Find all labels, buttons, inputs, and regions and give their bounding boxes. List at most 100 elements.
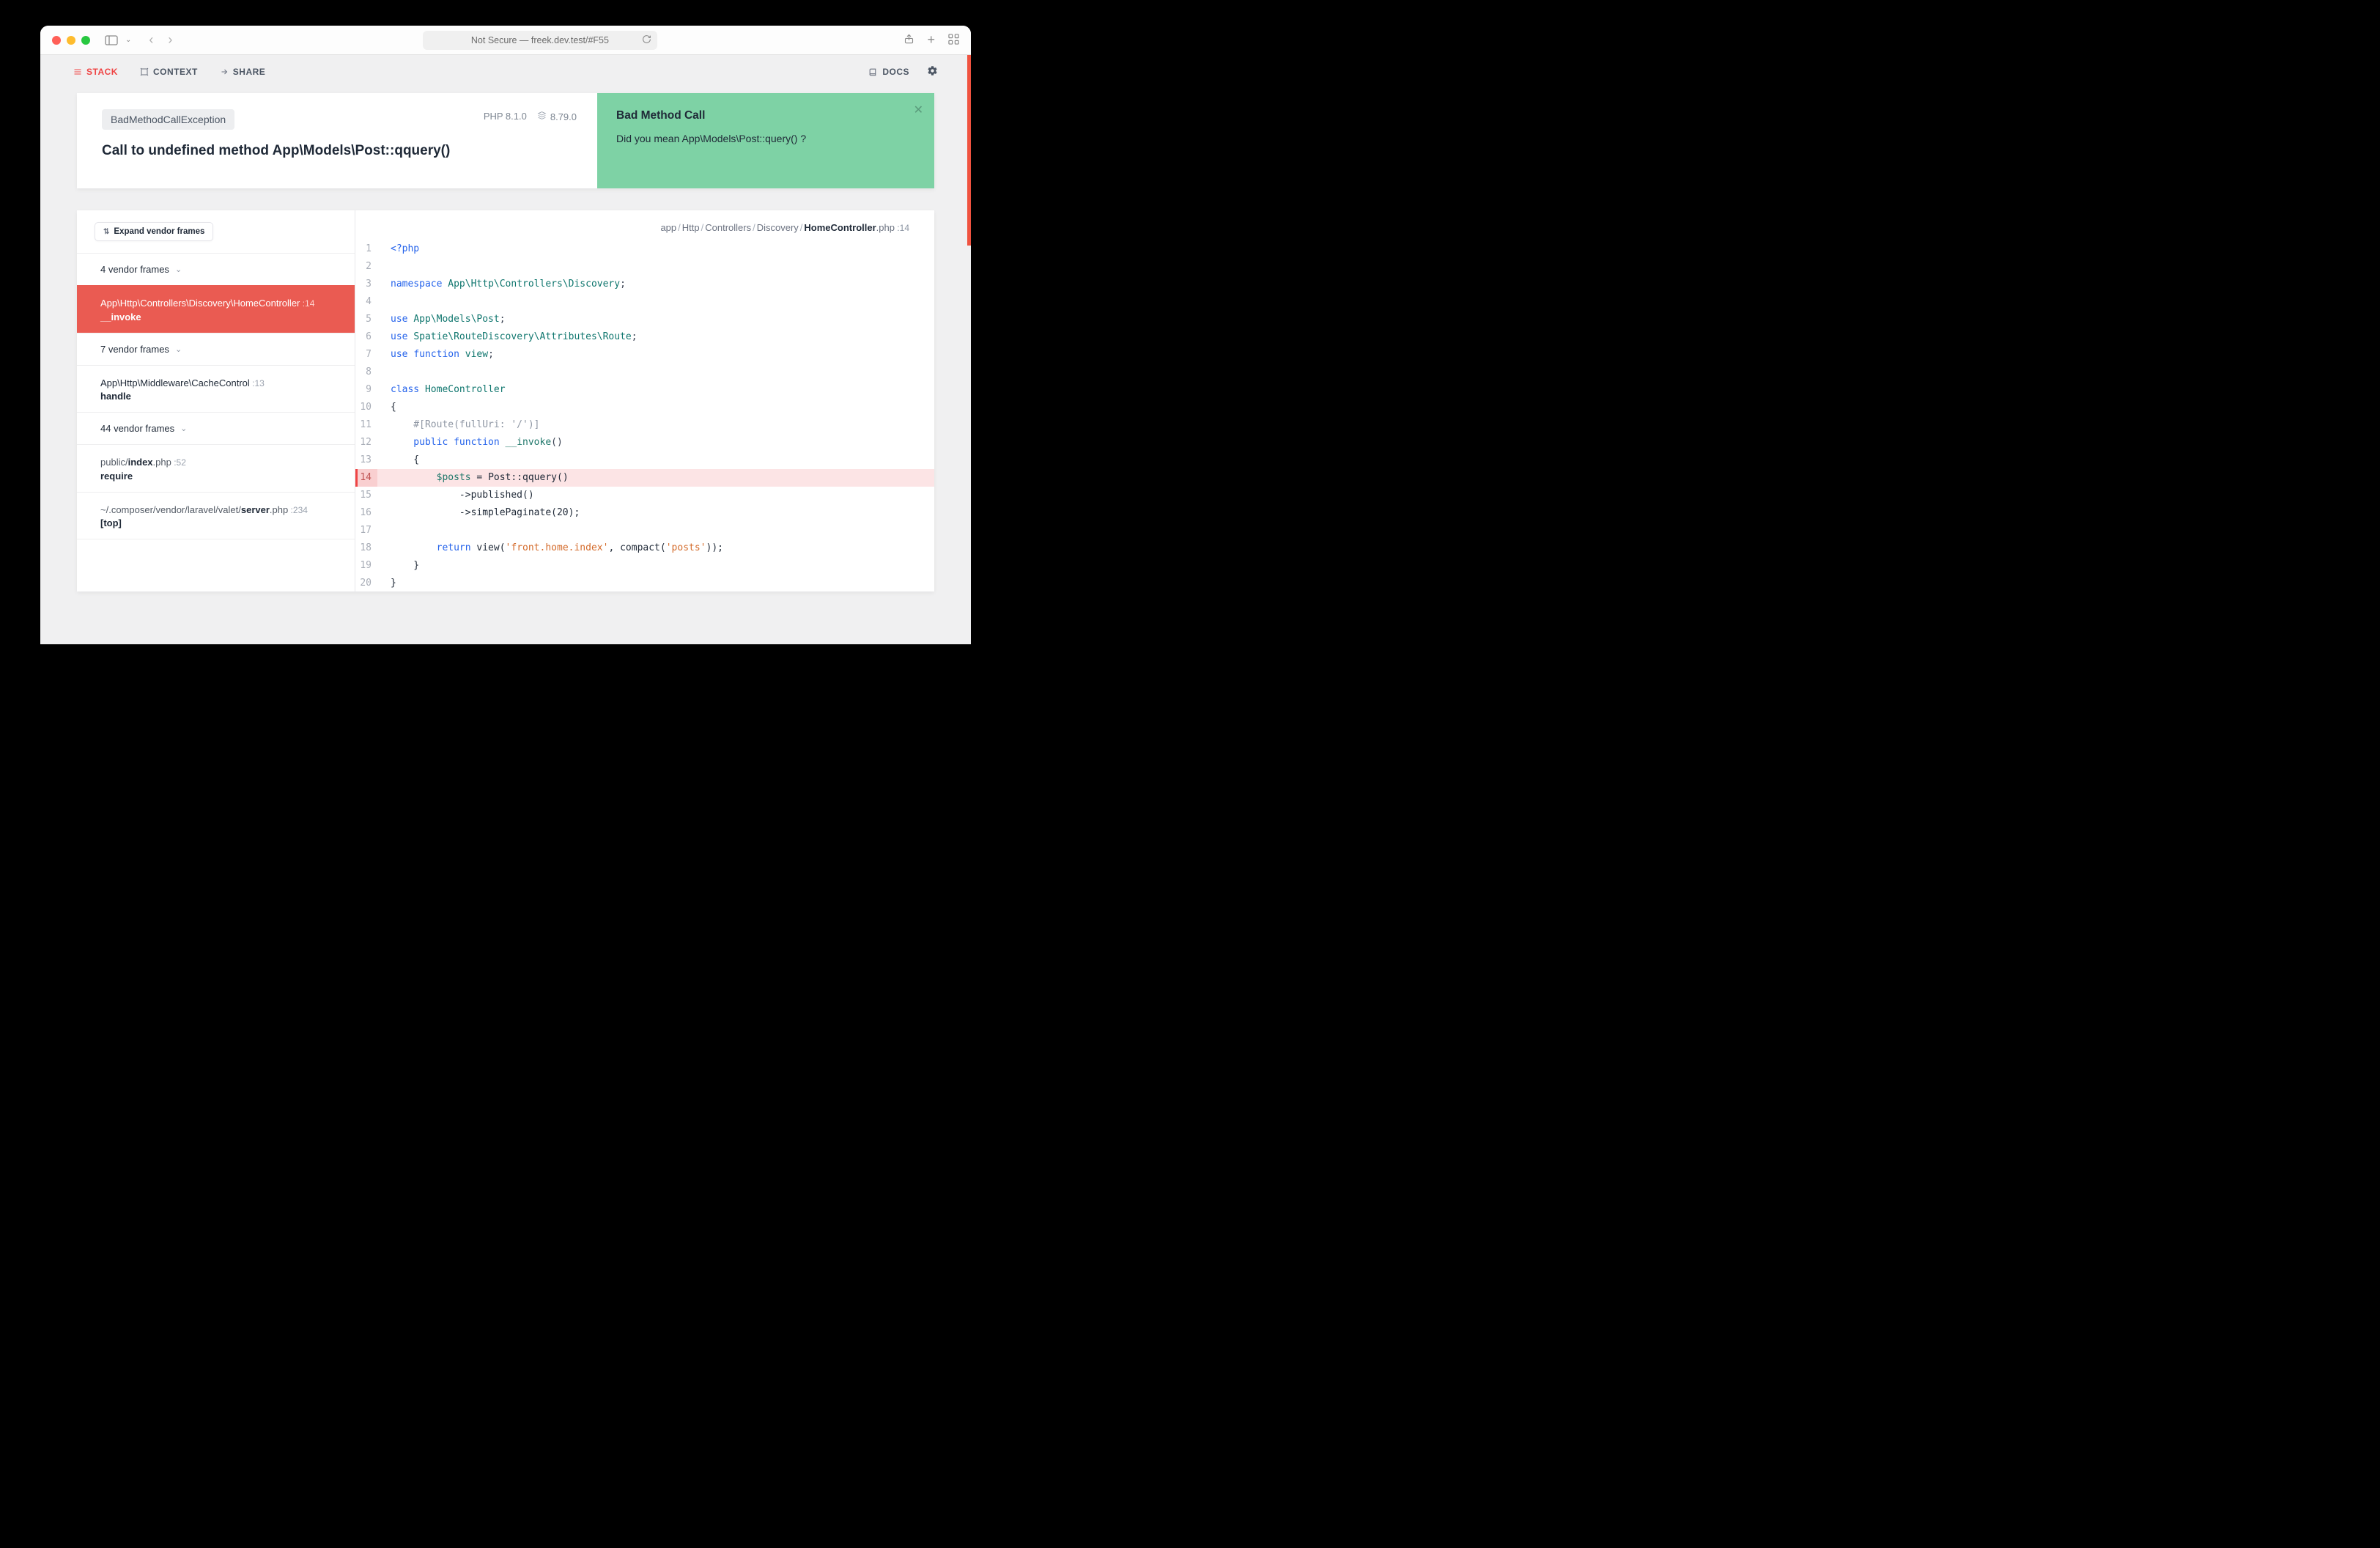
code-token: } [377, 575, 934, 591]
code-token: { [377, 452, 934, 469]
chevron-down-icon[interactable]: ⌄ [125, 36, 131, 44]
expand-vendor-frames-button[interactable]: ⇅ Expand vendor frames [95, 222, 213, 241]
code-token: , compact( [608, 542, 665, 553]
reload-icon[interactable] [642, 34, 651, 46]
code-token: = Post::qquery() [471, 472, 569, 483]
code-token: function [454, 437, 505, 448]
code-column: app/Http/Controllers/Discovery/HomeContr… [355, 210, 934, 591]
active-frame[interactable]: App\Http\Controllers\Discovery\HomeContr… [77, 285, 355, 333]
vendor-frames-label: 44 vendor frames [100, 423, 174, 434]
frame-path-prefix: ~/.composer/vendor/laravel/valet/ [100, 504, 241, 515]
nav-share-label: SHARE [233, 67, 266, 77]
code-token: <?php [391, 243, 419, 254]
code-token: 'front.home.index' [506, 542, 609, 553]
nav-context[interactable]: CONTEXT [140, 67, 198, 77]
code-token: __invoke [506, 437, 552, 448]
tab-overview-icon[interactable] [948, 34, 959, 47]
exception-message: Call to undefined method App\Models\Post… [102, 143, 463, 159]
address-bar[interactable]: Not Secure — freek.dev.test/#F55 [423, 31, 657, 50]
nav-forward-button[interactable]: › [163, 32, 177, 48]
frame-method: [top] [100, 517, 331, 528]
vendor-frames-group[interactable]: 44 vendor frames ⌄ [77, 412, 355, 444]
share-icon[interactable] [903, 33, 914, 47]
path-line: 14 [900, 223, 909, 233]
sidebar-toggle-icon[interactable] [105, 35, 118, 45]
docs-icon [868, 67, 878, 77]
chevron-down-icon: ⌄ [175, 265, 182, 274]
close-icon[interactable]: ✕ [914, 103, 923, 117]
frame-line: 13 [254, 378, 264, 388]
code-token: use [391, 349, 413, 360]
share-arrow-icon [220, 67, 229, 76]
stack-frame[interactable]: public/index.php :52 require [77, 444, 355, 492]
code-token: ->simplePaginate( [391, 507, 557, 518]
solution-body: Did you mean App\Models\Post::query() ? [616, 133, 915, 144]
nav-stack[interactable]: STACK [73, 67, 118, 77]
code-token: } [377, 557, 934, 575]
traffic-lights [52, 36, 90, 45]
new-tab-icon[interactable]: + [928, 32, 936, 48]
code-token: public [391, 437, 454, 448]
chevron-down-icon: ⌄ [175, 344, 182, 354]
code-token: $posts [437, 472, 471, 483]
laravel-icon [537, 111, 547, 122]
nav-docs[interactable]: DOCS [868, 67, 909, 77]
code-token: view( [476, 542, 505, 553]
scroll-indicator [967, 55, 971, 246]
path-ext: .php [876, 222, 895, 233]
code-token [391, 472, 437, 483]
frame-method: require [100, 471, 331, 482]
page-content: STACK CONTEXT SHARE [40, 55, 971, 644]
code-token: use [391, 331, 413, 342]
context-icon [140, 67, 149, 76]
code-token: { [377, 399, 934, 416]
code-token: )); [706, 542, 723, 553]
vendor-frames-label: 7 vendor frames [100, 344, 169, 355]
frame-line: 52 [177, 457, 186, 468]
code-token: namespace [391, 279, 448, 290]
laravel-version: 8.79.0 [550, 111, 577, 122]
path-segment: Controllers [705, 222, 751, 233]
window-zoom-button[interactable] [81, 36, 90, 45]
vendor-frames-group[interactable]: 4 vendor frames ⌄ [77, 253, 355, 285]
frame-path-file: server [241, 504, 270, 515]
highlighted-line: 14 $posts = Post::qquery() [355, 469, 934, 487]
settings-icon[interactable] [927, 65, 938, 78]
code-token: Spatie\RouteDiscovery\Attributes\Route [413, 331, 631, 342]
window-close-button[interactable] [52, 36, 61, 45]
vendor-frames-group[interactable]: 7 vendor frames ⌄ [77, 333, 355, 365]
window-minimize-button[interactable] [67, 36, 75, 45]
version-info: PHP 8.1.0 8.79.0 [484, 93, 597, 188]
code-token: use [391, 314, 413, 325]
path-file: HomeController [804, 222, 876, 233]
nav-back-button[interactable]: ‹ [144, 32, 158, 48]
code-token: view [465, 349, 488, 360]
stack-panel: ⇅ Expand vendor frames 4 vendor frames ⌄… [77, 210, 934, 591]
stack-icon [73, 67, 82, 76]
stack-frame[interactable]: App\Http\Middleware\CacheControl :13 han… [77, 365, 355, 413]
frame-path-suffix: .php [153, 457, 171, 468]
frame-method: __invoke [100, 312, 331, 322]
browser-toolbar: ⌄ ‹ › Not Secure — freek.dev.test/#F55 + [40, 26, 971, 55]
stack-frame[interactable]: ~/.composer/vendor/laravel/valet/server.… [77, 492, 355, 540]
frame-path-prefix: public/ [100, 457, 128, 468]
nav-share[interactable]: SHARE [220, 67, 266, 77]
frames-list: ⇅ Expand vendor frames 4 vendor frames ⌄… [77, 210, 355, 591]
solution-title: Bad Method Call [616, 109, 915, 122]
code-token: HomeController [425, 384, 506, 395]
frame-path-file: index [128, 457, 153, 468]
php-version: PHP 8.1.0 [484, 111, 527, 122]
code-viewer: 1<?php 2 3namespace App\Http\Controllers… [355, 240, 934, 591]
expand-vendor-label: Expand vendor frames [114, 227, 204, 236]
file-path-breadcrumb: app/Http/Controllers/Discovery/HomeContr… [355, 210, 934, 240]
nav-context-label: CONTEXT [153, 67, 198, 77]
frame-path: App\Http\Middleware\CacheControl [100, 377, 250, 388]
code-token: ); [569, 507, 580, 518]
vendor-frames-label: 4 vendor frames [100, 264, 169, 275]
frame-method: handle [100, 391, 331, 402]
path-segment: Discovery [757, 222, 799, 233]
code-token: ->published() [377, 487, 934, 504]
address-text: Not Secure — freek.dev.test/#F55 [471, 35, 609, 45]
frame-line: 14 [305, 298, 314, 309]
code-token: 20 [557, 507, 569, 518]
